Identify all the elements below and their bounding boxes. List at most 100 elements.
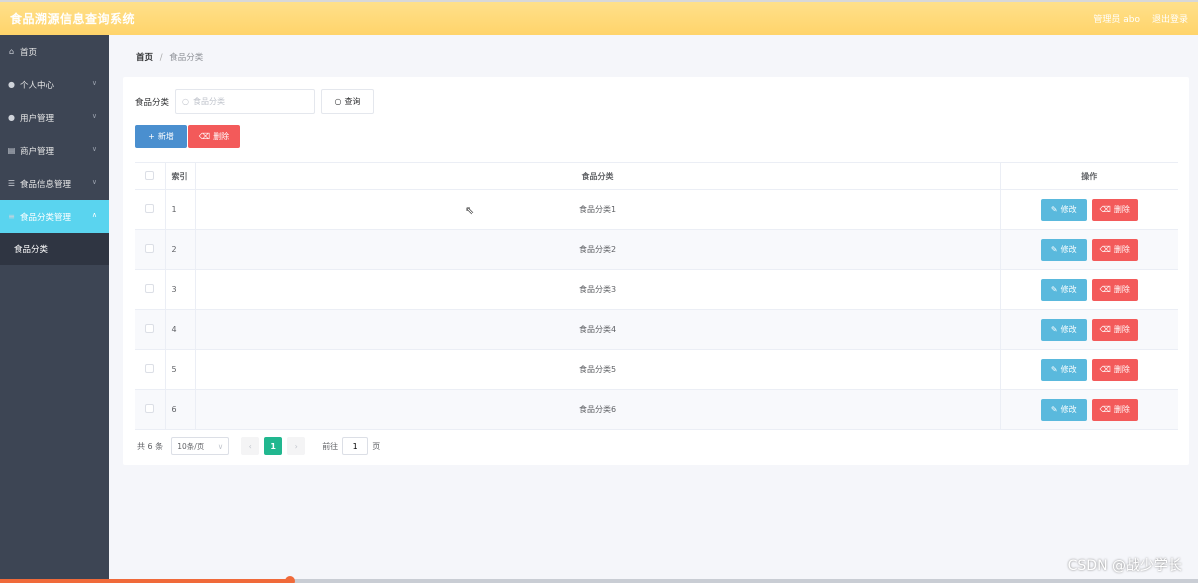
sidebar-item-personal-center[interactable]: ● 个人中心 ∨ [0, 68, 109, 101]
trash-icon: ⌫ [1099, 205, 1111, 214]
trash-icon: ⌫ [1099, 245, 1111, 254]
row-checkbox[interactable] [145, 404, 155, 413]
main-content: 首页 / 食品分类 食品分类 ○ ○ 查询 + 新增 ⌫ 删除 [109, 35, 1198, 583]
plus-icon: + [148, 132, 155, 141]
search-box[interactable]: ○ [175, 89, 316, 114]
video-progress-fill [0, 579, 290, 583]
sidebar-item-label: 食品分类管理 [20, 212, 72, 223]
chevron-right-icon: › [294, 441, 298, 451]
breadcrumb-home[interactable]: 首页 [136, 53, 153, 63]
table-row: 2 食品分类2 ✎ 修改 ⌫ 删除 [135, 229, 1178, 270]
edit-icon: ✎ [1050, 245, 1058, 254]
row-category: 食品分类6 [195, 389, 1001, 430]
edit-icon: ✎ [1050, 365, 1058, 374]
search-input[interactable] [193, 97, 303, 106]
delete-button-label: 删除 [213, 132, 230, 141]
page-size-select[interactable]: 10条/页 ∨ [171, 437, 230, 455]
table-row: 5 食品分类5 ✎ 修改 ⌫ 删除 [135, 349, 1178, 390]
table-row: 3 食品分类3 ✎ 修改 ⌫ 删除 [135, 269, 1178, 310]
trash-icon: ⌫ [198, 132, 211, 141]
sidebar-item-food-info-management[interactable]: ☰ 食品信息管理 ∨ [0, 167, 109, 200]
trash-icon: ⌫ [1099, 405, 1111, 414]
delete-button[interactable]: ⌫ 删除 [1091, 318, 1138, 341]
edit-button[interactable]: ✎ 修改 [1040, 398, 1087, 421]
trash-icon: ⌫ [1099, 285, 1111, 294]
add-button-label: 新增 [157, 132, 174, 141]
search-icon: ○ [334, 97, 342, 106]
sidebar-item-home[interactable]: ⌂ 首页 [0, 35, 109, 68]
video-progress-handle[interactable] [285, 576, 295, 583]
admin-label[interactable]: 管理员 abo [1093, 12, 1140, 25]
mouse-cursor-icon: ⇖ [465, 204, 475, 217]
edit-button[interactable]: ✎ 修改 [1040, 238, 1087, 261]
delete-button[interactable]: ⌫ 删除 [1091, 198, 1138, 221]
sidebar-item-label: 商户管理 [20, 146, 55, 157]
edit-icon: ✎ [1050, 325, 1058, 334]
batch-delete-button[interactable]: ⌫ 删除 [188, 125, 240, 148]
logout-link[interactable]: 退出登录 [1152, 12, 1188, 25]
category-table: 索引 食品分类 操作 1 食品分类1 ✎ 修改 ⌫ 删除 2 食品分类2 ✎ 修… [135, 162, 1178, 430]
add-button[interactable]: + 新增 [135, 125, 187, 148]
delete-button[interactable]: ⌫ 删除 [1091, 398, 1138, 421]
chevron-down-icon: ∨ [91, 178, 97, 186]
chevron-left-icon: ‹ [248, 441, 252, 451]
table-row: 4 食品分类4 ✎ 修改 ⌫ 删除 [135, 309, 1178, 350]
prev-page-button[interactable]: ‹ [241, 437, 260, 455]
select-all-cell [135, 162, 165, 190]
sidebar-item-label: 个人中心 [20, 80, 55, 91]
sidebar-item-label: 食品信息管理 [20, 179, 72, 190]
goto-page: 前往 页 [322, 437, 380, 455]
goto-suffix: 页 [372, 441, 381, 451]
edit-icon: ✎ [1050, 205, 1058, 214]
delete-button[interactable]: ⌫ 删除 [1091, 358, 1138, 381]
query-button[interactable]: ○ 查询 [321, 89, 375, 114]
sidebar-item-label: 首页 [20, 47, 38, 58]
delete-button[interactable]: ⌫ 删除 [1091, 278, 1138, 301]
total-count: 共 6 条 [137, 441, 164, 451]
row-category: 食品分类4 [195, 309, 1001, 350]
header-category: 食品分类 [195, 162, 1001, 190]
edit-button[interactable]: ✎ 修改 [1040, 358, 1087, 381]
breadcrumb-current: 食品分类 [169, 53, 204, 63]
select-all-checkbox[interactable] [145, 170, 155, 180]
sidebar-subitem-food-category[interactable]: 食品分类 [0, 233, 109, 265]
user-icon: ● [8, 80, 15, 89]
top-bar: 食品溯源信息查询系统 管理员 abo 退出登录 [0, 0, 1198, 35]
shop-icon: ▤ [7, 146, 16, 155]
sidebar-item-user-management[interactable]: ● 用户管理 ∨ [0, 101, 109, 134]
search-row: 食品分类 ○ ○ 查询 [135, 89, 375, 114]
header-operation: 操作 [1000, 162, 1178, 190]
delete-button[interactable]: ⌫ 删除 [1091, 238, 1138, 261]
row-index: 3 [164, 269, 196, 310]
goto-page-input[interactable] [342, 437, 369, 455]
sidebar-item-food-category-management[interactable]: ≡ 食品分类管理 ∧ [0, 200, 109, 233]
row-index: 1 [164, 189, 196, 230]
edit-button[interactable]: ✎ 修改 [1040, 198, 1087, 221]
row-checkbox[interactable] [145, 324, 155, 333]
row-index: 5 [164, 349, 196, 390]
list-icon: ☰ [7, 179, 16, 188]
row-checkbox[interactable] [145, 244, 155, 253]
edit-icon: ✎ [1050, 285, 1058, 294]
home-icon: ⌂ [8, 47, 15, 56]
page-number[interactable]: 1 [264, 437, 283, 455]
row-checkbox[interactable] [145, 284, 155, 293]
sidebar-item-merchant-management[interactable]: ▤ 商户管理 ∨ [0, 134, 109, 167]
edit-button[interactable]: ✎ 修改 [1040, 278, 1087, 301]
edit-button[interactable]: ✎ 修改 [1040, 318, 1087, 341]
row-checkbox[interactable] [145, 204, 155, 213]
edit-icon: ✎ [1050, 405, 1058, 414]
top-right-links: 管理员 abo 退出登录 [1093, 12, 1188, 25]
chevron-down-icon: ∨ [91, 79, 97, 87]
user-icon: ● [8, 113, 15, 122]
search-icon: ○ [182, 97, 189, 106]
table-row: 6 食品分类6 ✎ 修改 ⌫ 删除 [135, 389, 1178, 430]
chevron-down-icon: ∨ [217, 441, 224, 451]
header-index: 索引 [164, 162, 196, 190]
watermark: CSDN @战少学长 [1067, 558, 1182, 574]
next-page-button[interactable]: › [287, 437, 306, 455]
row-checkbox[interactable] [145, 364, 155, 373]
chevron-up-icon: ∧ [91, 211, 97, 219]
row-category: 食品分类1 [195, 189, 1001, 230]
pagination: 共 6 条 10条/页 ∨ ‹ 1 › 前往 页 [137, 437, 380, 455]
